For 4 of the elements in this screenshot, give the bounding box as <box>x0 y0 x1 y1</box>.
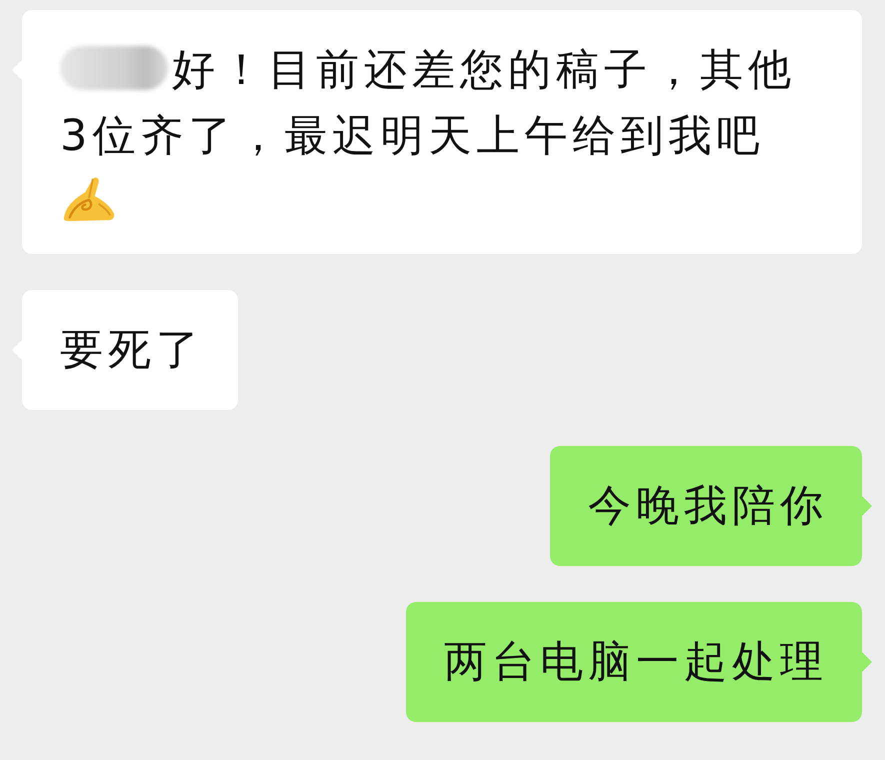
message-text: 今晚我陪你 <box>588 480 828 533</box>
message-text: 好！目前还差您的稿子，其他3位齐了，最迟明天上午给到我吧 <box>60 44 797 163</box>
message-text: 要死了 <box>60 324 204 377</box>
message-text: 两台电脑一起处理 <box>444 636 828 689</box>
